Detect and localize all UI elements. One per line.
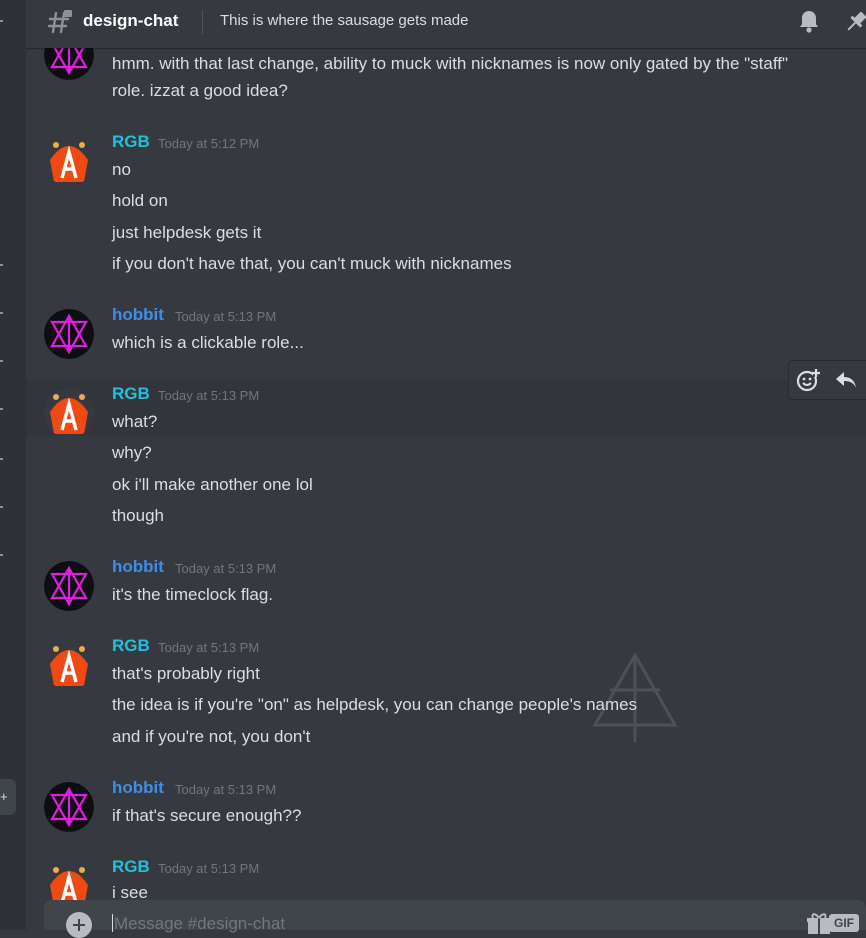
message-text: ok i'll make another one lol xyxy=(112,475,313,494)
message-text: it's the timeclock flag. xyxy=(112,585,274,604)
watermark-logo-icon xyxy=(592,651,678,742)
username[interactable]: RGB xyxy=(112,384,150,404)
hobbit-avatar-icon xyxy=(44,782,94,832)
channel-header: design-chat This is where the sausage ge… xyxy=(26,0,866,48)
message-text: the idea is if you're "on" as helpdesk, … xyxy=(112,695,638,714)
hashtag-icon xyxy=(47,10,72,34)
message-text: if that's secure enough?? xyxy=(112,806,302,825)
gif-icon[interactable]: GIF xyxy=(829,914,859,932)
avatar[interactable] xyxy=(44,561,94,611)
sidebar-edge-marker xyxy=(0,360,3,362)
hobbit-avatar-icon xyxy=(44,48,94,80)
message-text: just helpdesk gets it xyxy=(112,223,262,242)
message-text: that's probably right xyxy=(112,664,260,683)
username[interactable]: hobbit xyxy=(112,557,164,577)
rgb-avatar-icon xyxy=(44,861,94,900)
rgb-avatar-icon xyxy=(44,388,94,438)
sidebar-edge-marker xyxy=(0,458,3,460)
message-text: if you don't have that, you can't muck w… xyxy=(112,254,512,273)
message-input[interactable]: Message #design-chat xyxy=(114,914,285,934)
timestamp: Today at 5:13 PM xyxy=(175,561,277,576)
pin-icon[interactable] xyxy=(842,8,866,36)
sidebar-edge-marker xyxy=(0,264,3,266)
chat-main: design-chat This is where the sausage ge… xyxy=(26,0,866,938)
message-text: no xyxy=(112,160,131,179)
avatar[interactable] xyxy=(44,388,94,438)
header-divider xyxy=(202,10,203,34)
hobbit-avatar-icon xyxy=(44,309,94,359)
message-text: i see xyxy=(112,883,148,900)
username[interactable]: RGB xyxy=(112,636,150,656)
sidebar-edge-marker xyxy=(0,506,3,508)
channel-name: design-chat xyxy=(83,11,179,30)
message-text: why? xyxy=(112,443,152,462)
message-text: hold on xyxy=(112,191,168,210)
avatar[interactable] xyxy=(44,136,94,186)
avatar[interactable] xyxy=(44,861,94,900)
sidebar-edge-marker xyxy=(0,20,3,22)
message-text: though xyxy=(112,506,164,525)
timestamp: Today at 5:12 PM xyxy=(158,136,260,151)
sidebar-edge-marker xyxy=(0,408,3,410)
username[interactable]: hobbit xyxy=(112,778,164,798)
message-text: hmm. with that last change, ability to m… xyxy=(112,54,789,73)
server-sidebar-strip: + xyxy=(0,0,26,930)
sidebar-edge-marker xyxy=(0,554,3,556)
add-attachment-icon[interactable] xyxy=(66,912,92,938)
timestamp: Today at 5:13 PM xyxy=(175,309,277,324)
message-hover-toolbar xyxy=(788,360,866,400)
message-text: role. izzat a good idea? xyxy=(112,81,288,100)
username[interactable]: hobbit xyxy=(112,305,164,325)
username[interactable]: RGB xyxy=(112,857,150,877)
timestamp: Today at 5:13 PM xyxy=(175,782,277,797)
reply-icon[interactable] xyxy=(833,367,859,393)
hobbit-avatar-icon xyxy=(44,561,94,611)
timestamp: Today at 5:13 PM xyxy=(158,388,260,403)
message-text: and if you're not, you don't xyxy=(112,727,311,746)
username[interactable]: RGB xyxy=(112,132,150,152)
message-text: which is a clickable role... xyxy=(112,333,304,352)
avatar[interactable] xyxy=(44,48,94,80)
bell-icon[interactable] xyxy=(796,8,822,34)
rgb-avatar-icon xyxy=(44,136,94,186)
message-composer: Message #design-chat GIF xyxy=(44,900,866,938)
timestamp: Today at 5:13 PM xyxy=(158,640,260,655)
avatar[interactable] xyxy=(44,782,94,832)
avatar[interactable] xyxy=(44,309,94,359)
timestamp: Today at 5:13 PM xyxy=(158,861,260,876)
message-text: what? xyxy=(112,412,158,431)
message-list[interactable]: hmm. with that last change, ability to m… xyxy=(26,48,866,900)
rgb-avatar-icon xyxy=(44,640,94,690)
channel-topic[interactable]: This is where the sausage gets made xyxy=(220,12,468,29)
sidebar-edge-marker xyxy=(0,312,3,314)
sidebar-add-server-icon[interactable]: + xyxy=(0,779,16,815)
add-reaction-icon[interactable] xyxy=(795,367,821,393)
avatar[interactable] xyxy=(44,640,94,690)
text-cursor xyxy=(112,914,113,932)
